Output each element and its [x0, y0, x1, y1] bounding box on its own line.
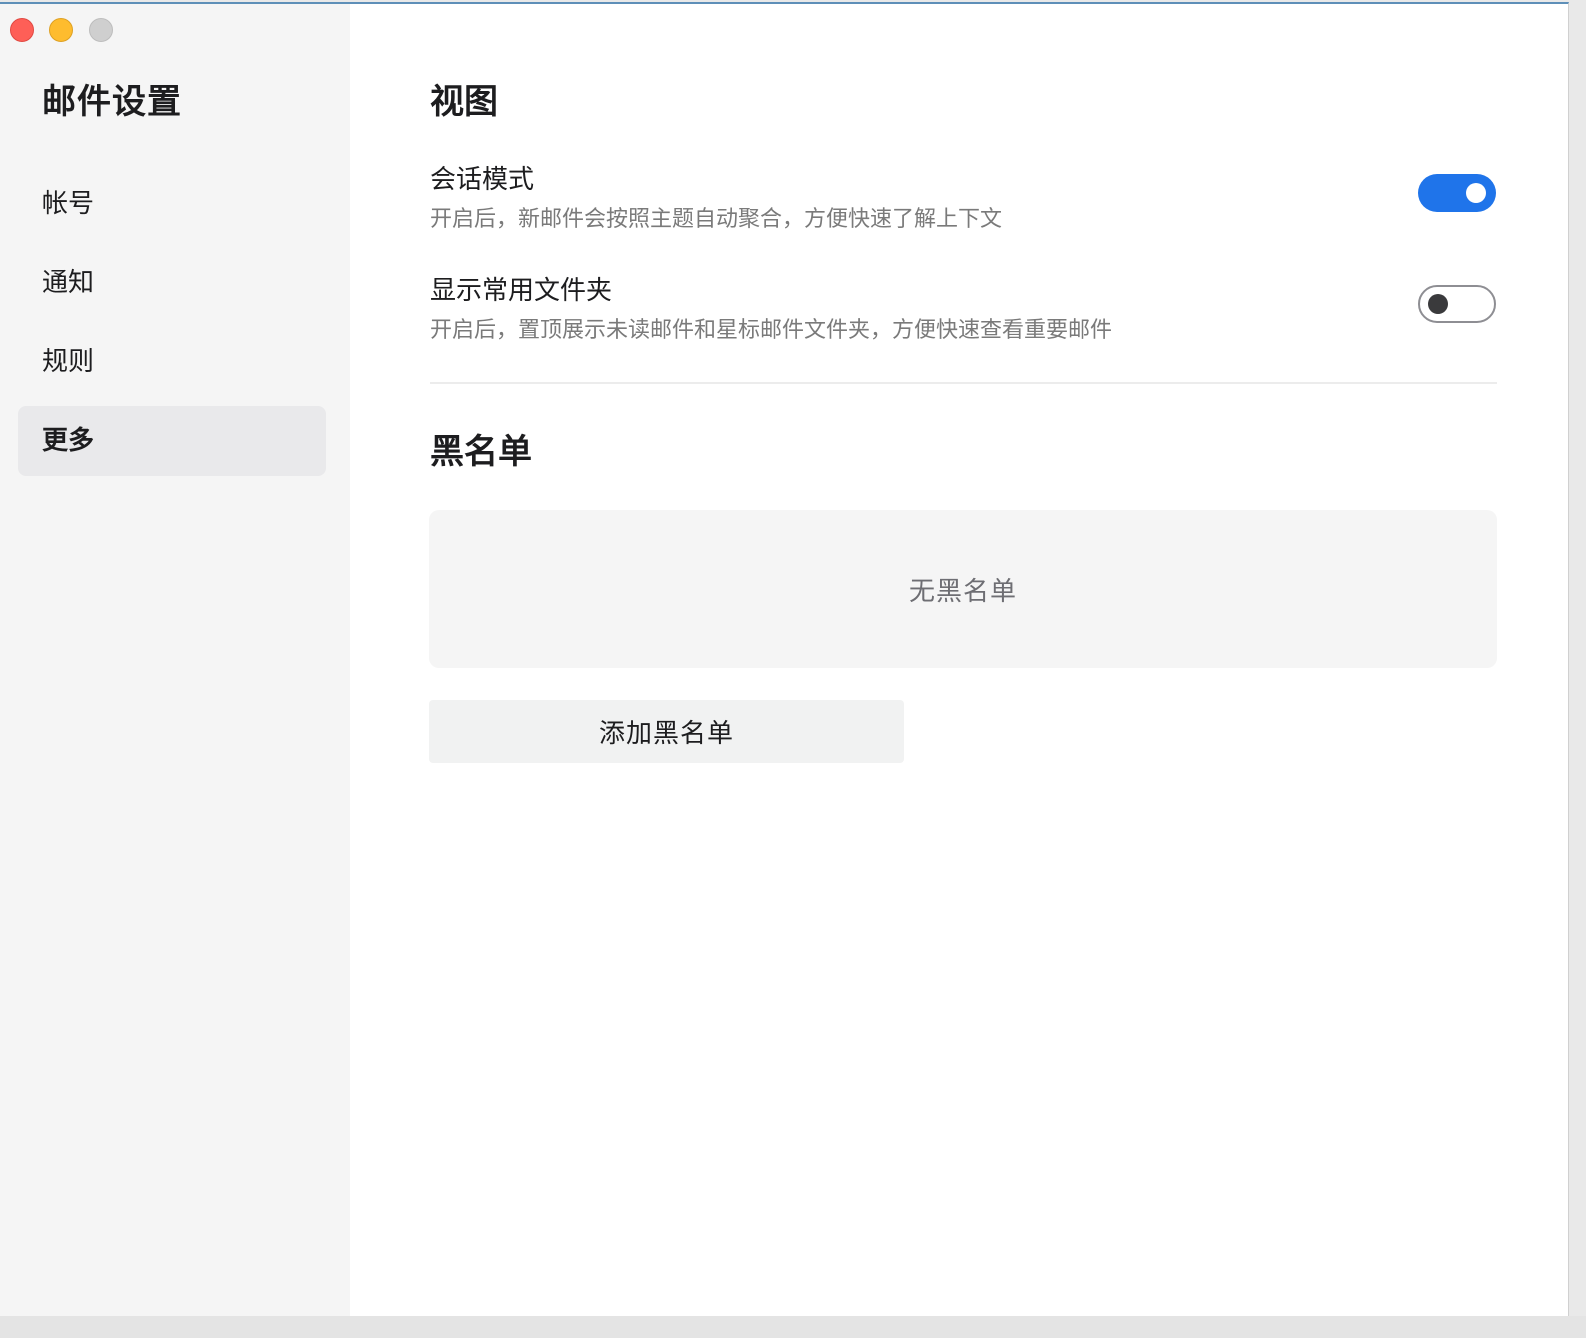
sidebar-item-label: 更多: [42, 426, 95, 456]
conversation-mode-toggle[interactable]: [1418, 174, 1496, 212]
minimize-window-icon[interactable]: [49, 18, 73, 42]
close-window-icon[interactable]: [10, 18, 34, 42]
sidebar-item-notifications[interactable]: 通知: [18, 248, 326, 318]
sidebar-item-label: 通知: [42, 268, 95, 298]
conversation-mode-description: 开启后，新邮件会按照主题自动聚合，方便快速了解上下文: [430, 207, 1003, 232]
toggle-knob: [1466, 183, 1486, 203]
main-panel: 视图 会话模式 开启后，新邮件会按照主题自动聚合，方便快速了解上下文 显示常用文…: [350, 4, 1568, 1318]
section-divider: [430, 382, 1497, 384]
sidebar-title: 邮件设置: [42, 82, 182, 122]
blacklist-empty-state: 无黑名单: [429, 510, 1497, 668]
settings-window: 邮件设置 帐号 通知 规则 更多 视图 会话模式 开启后，新邮件会按照主题自动聚…: [0, 2, 1569, 1318]
blacklist-empty-text: 无黑名单: [908, 576, 1017, 607]
add-blacklist-button[interactable]: 添加黑名单: [429, 700, 904, 763]
sidebar-item-label: 帐号: [42, 189, 95, 219]
zoom-window-icon[interactable]: [89, 18, 113, 42]
sidebar-item-account[interactable]: 帐号: [18, 169, 326, 239]
conversation-mode-title: 会话模式: [430, 165, 535, 195]
toggle-knob: [1428, 294, 1448, 314]
sidebar: 邮件设置 帐号 通知 规则 更多: [0, 4, 350, 1318]
show-common-folders-toggle[interactable]: [1418, 285, 1496, 323]
show-common-folders-title: 显示常用文件夹: [430, 276, 613, 306]
blacklist-section-title: 黑名单: [430, 432, 532, 472]
sidebar-item-more[interactable]: 更多: [18, 406, 326, 476]
sidebar-item-rules[interactable]: 规则: [18, 327, 326, 397]
sidebar-item-label: 规则: [42, 347, 95, 377]
view-section-title: 视图: [430, 82, 498, 122]
show-common-folders-description: 开启后，置顶展示未读邮件和星标邮件文件夹，方便快速查看重要邮件: [430, 318, 1113, 343]
background-window-strip: [0, 1316, 1586, 1338]
